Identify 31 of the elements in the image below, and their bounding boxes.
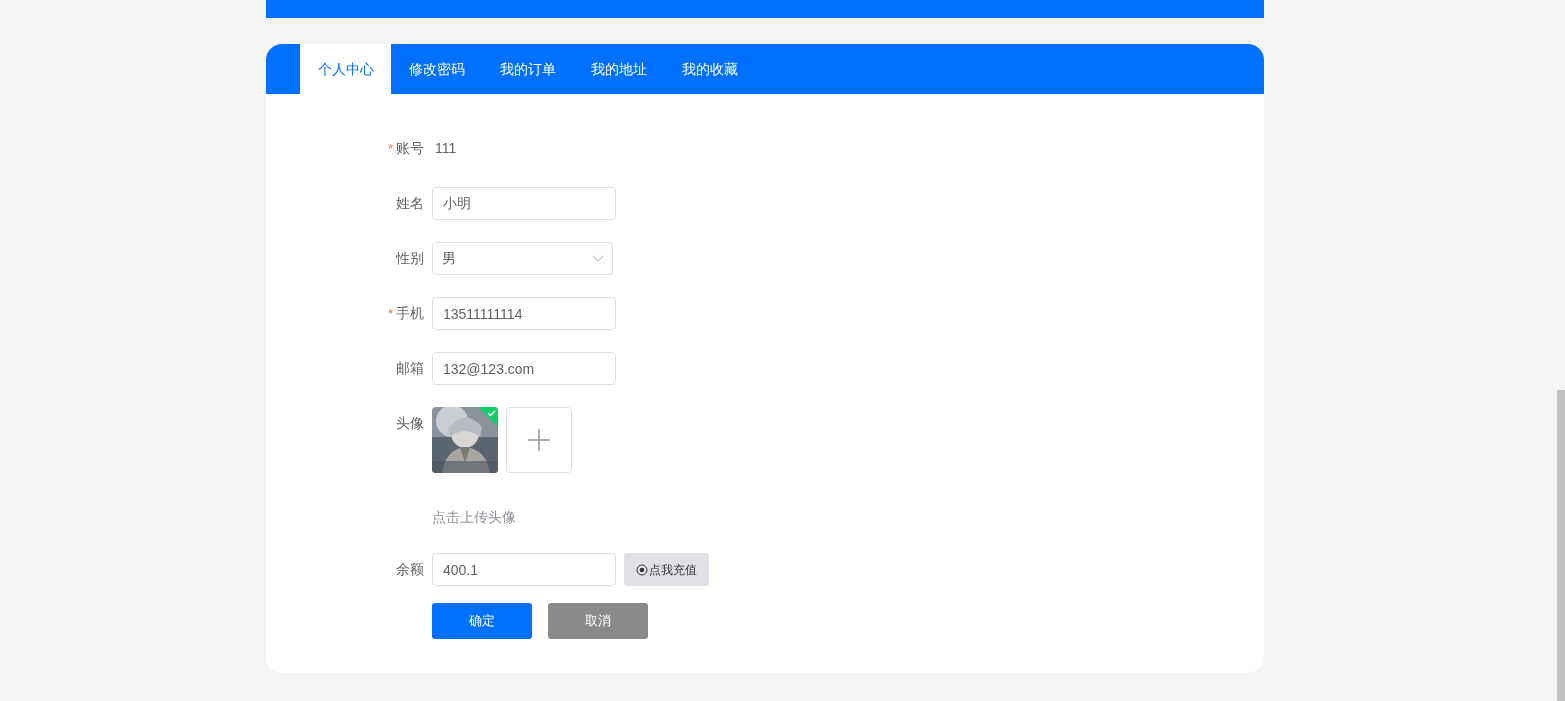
input-field[interactable]: 400.1 bbox=[432, 553, 616, 586]
required-mark: * bbox=[387, 139, 393, 158]
check-badge-icon bbox=[478, 407, 498, 427]
field-label: 姓名 bbox=[396, 194, 424, 213]
tab[interactable]: 个人中心 bbox=[300, 44, 391, 94]
required-mark: * bbox=[387, 304, 393, 323]
upload-hint: 点击上传头像 bbox=[432, 508, 517, 527]
field-label: 余额 bbox=[396, 560, 424, 579]
field-label: 邮箱 bbox=[396, 359, 424, 378]
input-field[interactable]: 132@123.com bbox=[432, 352, 616, 385]
input-field[interactable]: 13511111114 bbox=[432, 297, 616, 330]
input-field[interactable]: 小明 bbox=[432, 187, 616, 220]
scrollbar-thumb[interactable] bbox=[1557, 390, 1565, 701]
field-value: 111 bbox=[434, 139, 457, 158]
plus-icon bbox=[527, 428, 551, 452]
field-label: 账号 bbox=[396, 139, 424, 158]
field-label: 手机 bbox=[396, 304, 424, 323]
chevron-down-icon bbox=[592, 254, 604, 263]
tab[interactable]: 修改密码 bbox=[391, 44, 482, 94]
tab[interactable]: 我的收藏 bbox=[664, 44, 755, 94]
field-label: 头像 bbox=[396, 414, 424, 433]
coin-icon bbox=[636, 563, 648, 576]
cancel-button[interactable]: 取消 bbox=[548, 603, 648, 639]
tab[interactable]: 我的订单 bbox=[482, 44, 573, 94]
recharge-button[interactable]: 点我充值 bbox=[624, 553, 709, 586]
upload-button[interactable] bbox=[506, 407, 572, 473]
field-label: 性别 bbox=[396, 249, 424, 268]
select-field[interactable]: 男 bbox=[432, 242, 613, 275]
confirm-button[interactable]: 确定 bbox=[432, 603, 532, 639]
tab[interactable]: 我的地址 bbox=[573, 44, 664, 94]
select-value: 男 bbox=[442, 249, 456, 268]
